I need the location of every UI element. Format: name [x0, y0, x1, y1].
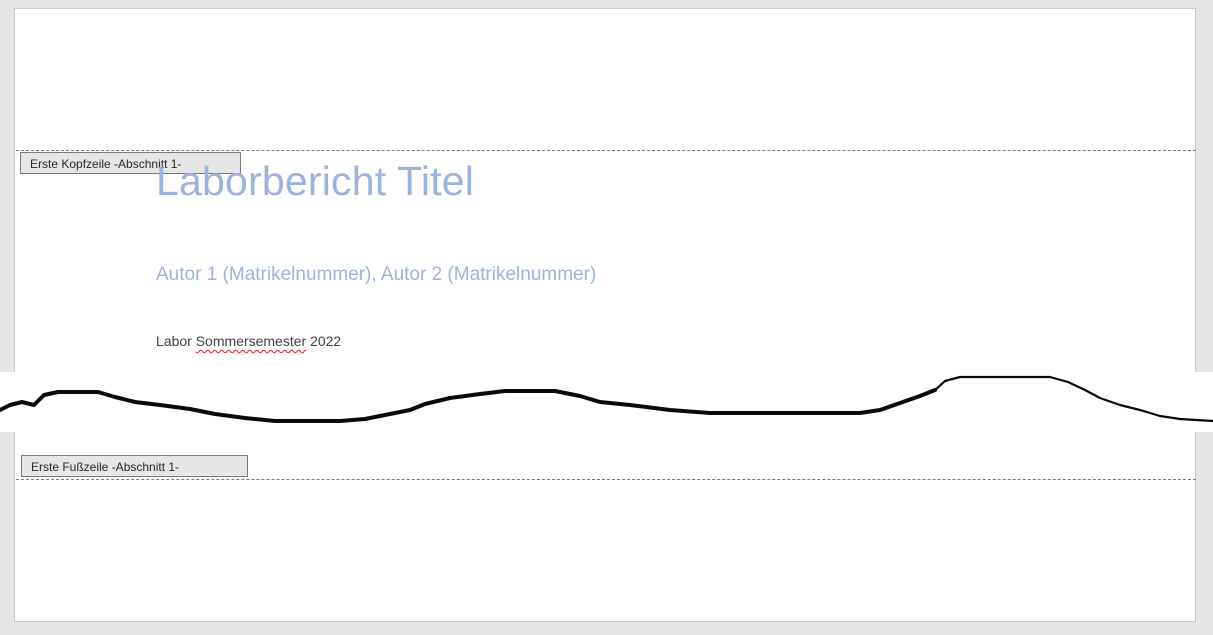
header-boundary-line	[16, 150, 1196, 151]
semester-prefix: Labor	[156, 333, 192, 349]
semester-word-misspelled[interactable]: Sommersemester	[196, 333, 306, 349]
document-semester-line[interactable]: Labor Sommersemester 2022	[156, 333, 341, 349]
document-page[interactable]	[14, 8, 1196, 622]
document-workspace: Erste Kopfzeile -Abschnitt 1- Laborberic…	[0, 0, 1213, 635]
document-subtitle[interactable]: Autor 1 (Matrikelnummer), Autor 2 (Matri…	[156, 264, 596, 286]
footer-section-tag: Erste Fußzeile -Abschnitt 1-	[21, 455, 248, 477]
page-break-gap	[0, 372, 1213, 432]
document-title[interactable]: Laborbericht Titel	[156, 158, 474, 205]
semester-year: 2022	[310, 333, 342, 349]
footer-boundary-line	[16, 479, 1196, 480]
